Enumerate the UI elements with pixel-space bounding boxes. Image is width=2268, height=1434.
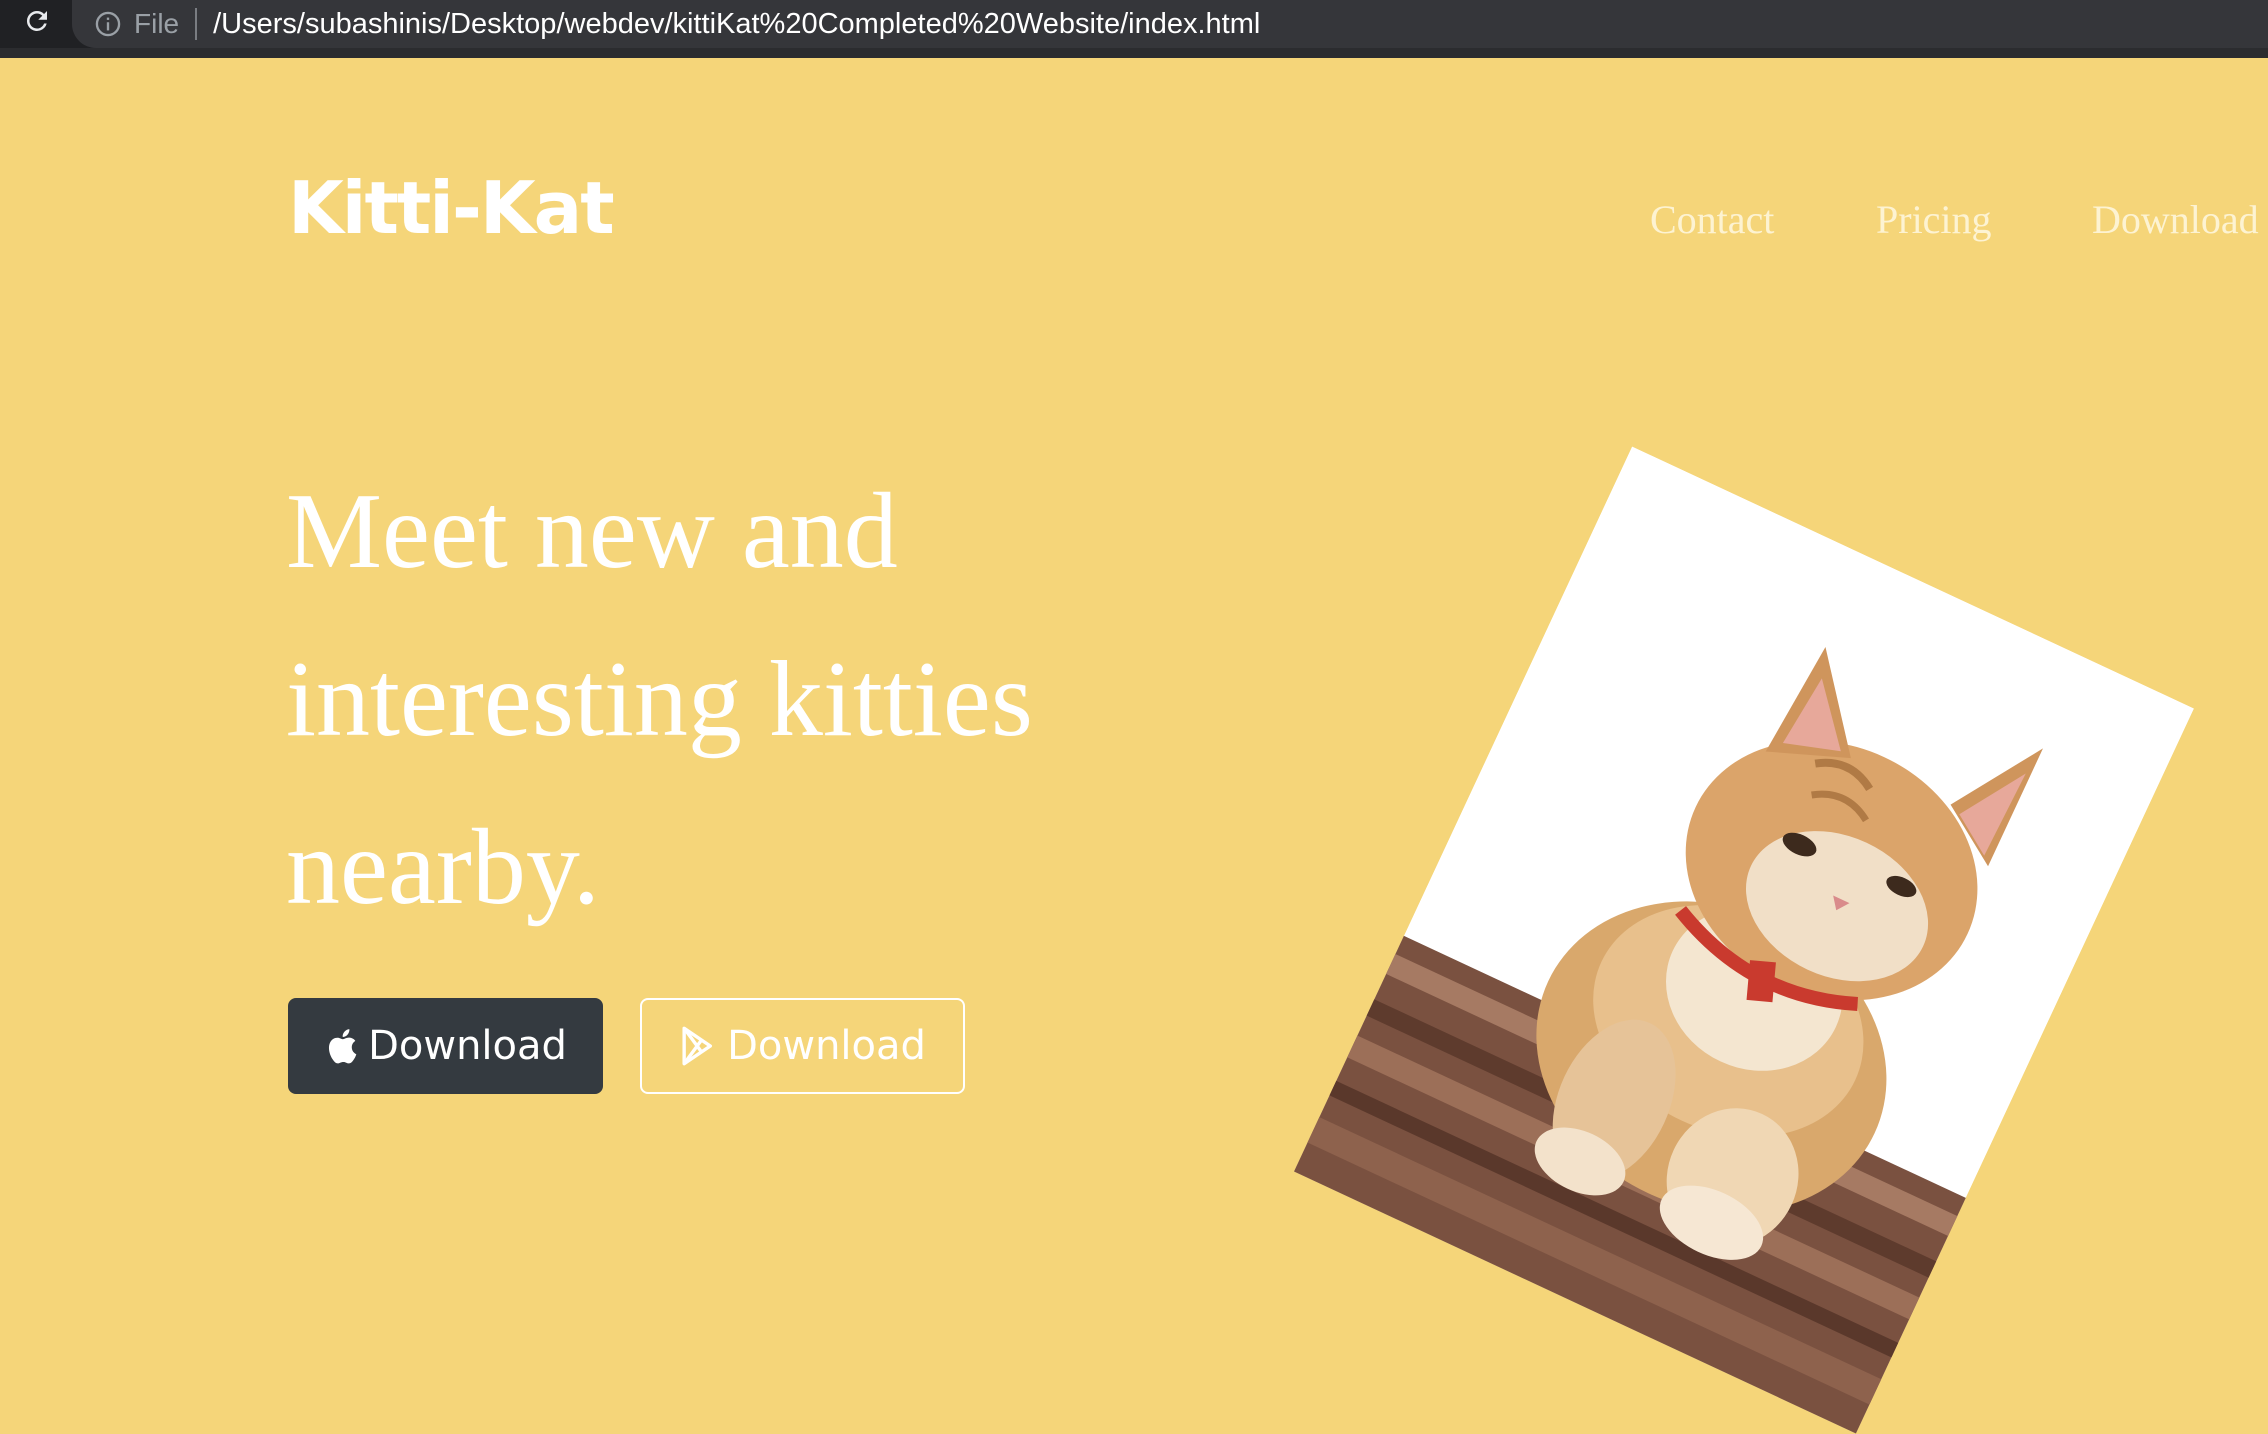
- file-scheme-label: File: [134, 8, 180, 39]
- info-icon[interactable]: [94, 10, 122, 38]
- address-bar[interactable]: File /Users/subashinis/Desktop/webdev/ki…: [72, 0, 2268, 48]
- nav-link-contact[interactable]: Contact: [1650, 192, 1774, 248]
- brand-logo[interactable]: Kitti-Kat: [288, 172, 615, 244]
- url-text[interactable]: /Users/subashinis/Desktop/webdev/kittiKa…: [213, 8, 1260, 41]
- nav-link-download[interactable]: Download: [2092, 192, 2259, 248]
- google-play-icon: [679, 1026, 717, 1066]
- address-separator: [195, 8, 198, 40]
- reload-button[interactable]: [8, 0, 66, 46]
- app-store-download-label: Download: [368, 1023, 567, 1069]
- hero-headline: Meet new and interesting kitties nearby.: [286, 472, 1033, 927]
- toolbar-divider: [0, 48, 2268, 58]
- hero-cat-photo: [1293, 446, 2195, 1434]
- browser-toolbar: File /Users/subashinis/Desktop/webdev/ki…: [0, 0, 2268, 58]
- app-store-download-button[interactable]: Download: [288, 998, 603, 1094]
- reload-icon: [22, 6, 52, 41]
- apple-icon: [324, 1026, 358, 1066]
- google-play-download-label: Download: [727, 1023, 926, 1069]
- google-play-download-button[interactable]: Download: [640, 998, 965, 1094]
- nav-link-pricing[interactable]: Pricing: [1876, 192, 1992, 248]
